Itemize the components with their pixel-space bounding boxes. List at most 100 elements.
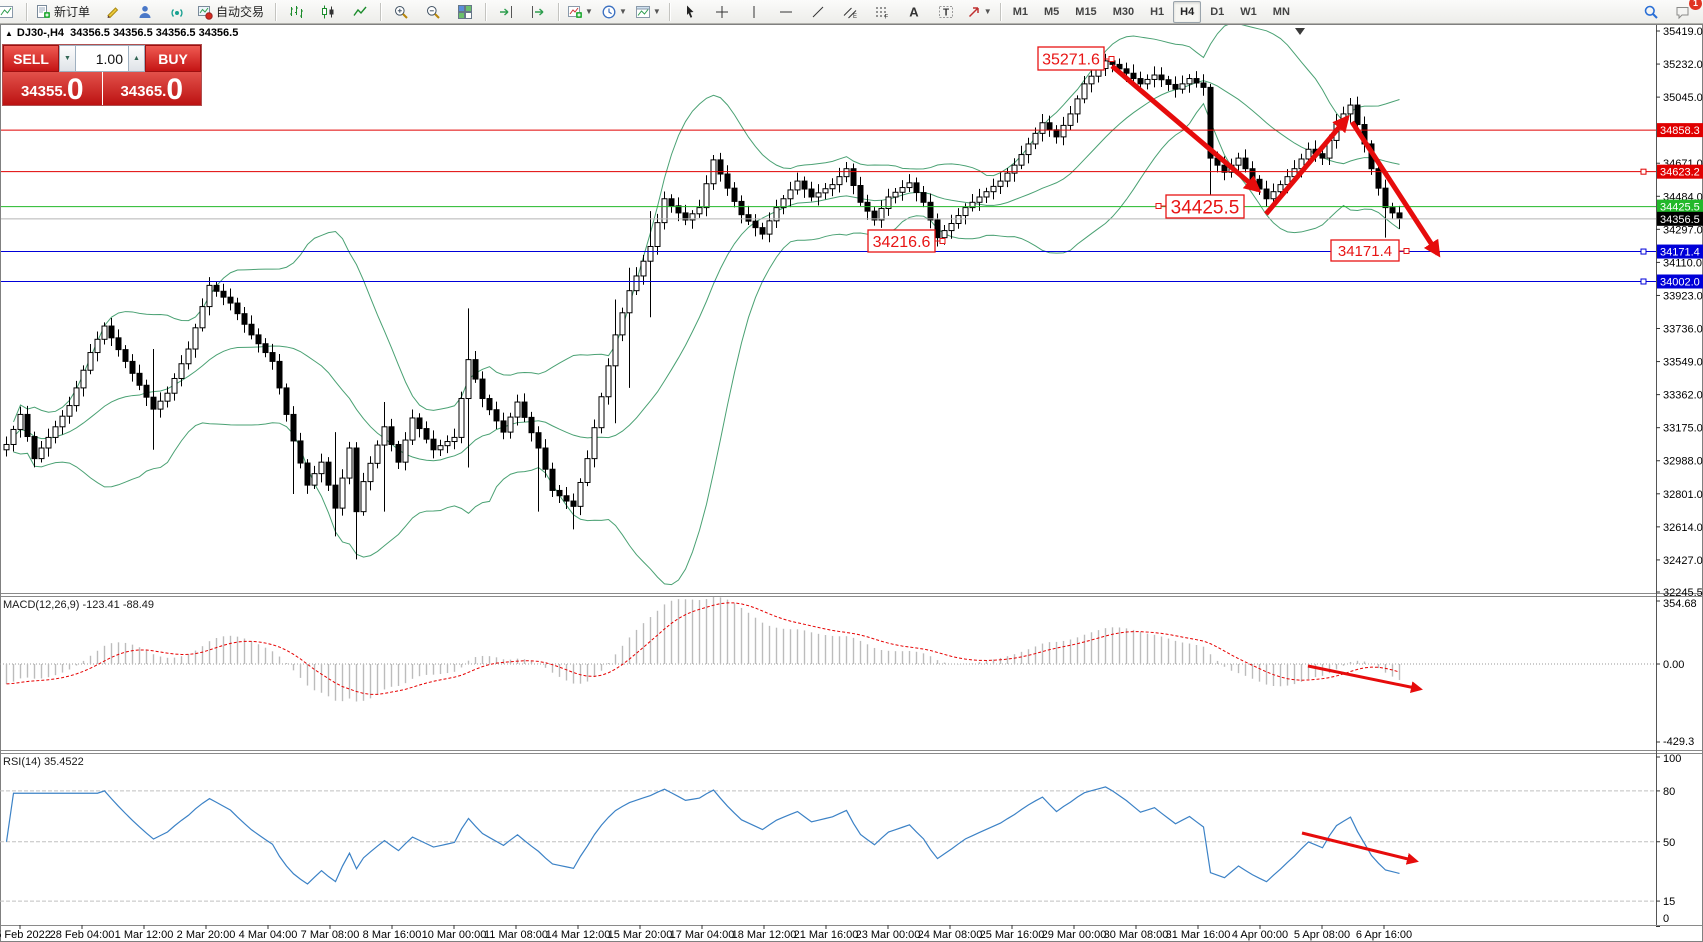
horizontal-line-icon — [778, 4, 794, 20]
svg-text:21 Mar 16:00: 21 Mar 16:00 — [794, 929, 859, 941]
text-button[interactable]: A — [899, 0, 929, 24]
svg-text:0.00: 0.00 — [1663, 659, 1684, 671]
chevron-down-icon: ▼ — [984, 7, 992, 16]
svg-text:4 Mar 04:00: 4 Mar 04:00 — [239, 929, 298, 941]
search-button[interactable] — [1636, 0, 1666, 24]
community-button[interactable] — [130, 0, 160, 24]
new-chart-button[interactable] — [0, 0, 21, 24]
svg-text:32427.0: 32427.0 — [1663, 555, 1703, 567]
new-chart-icon — [0, 4, 14, 20]
crosshair-button[interactable] — [707, 0, 737, 24]
equidistant-channel-button[interactable]: E — [835, 0, 865, 24]
periods-button[interactable]: ▼ — [598, 0, 630, 24]
chevron-down-icon: ▼ — [585, 7, 593, 16]
line-chart-icon — [352, 4, 368, 20]
toolbar-separator — [669, 3, 670, 21]
buy-button[interactable]: BUY — [145, 45, 201, 72]
cursor-icon — [682, 4, 698, 20]
timeframe-h4-button[interactable]: H4 — [1173, 1, 1201, 23]
sell-price-big-digit: 0 — [67, 76, 84, 104]
volume-increase-button[interactable]: ▲ — [128, 45, 145, 72]
sell-price-main: 34355. — [21, 80, 67, 104]
horizontal-line-button[interactable] — [771, 0, 801, 24]
chart-ohlc-title: ▲DJ30-,H4 34356.5 34356.5 34356.5 34356.… — [5, 27, 238, 39]
svg-text:34110.0: 34110.0 — [1663, 257, 1702, 269]
rsi-indicator-label: RSI(14) 35.4522 — [3, 756, 84, 768]
new-order-label: 新订单 — [54, 3, 90, 20]
zoom-in-icon — [393, 4, 409, 20]
ohlc-quotes: 34356.5 34356.5 34356.5 34356.5 — [70, 27, 238, 39]
candlestick-chart-button[interactable] — [313, 0, 343, 24]
timeframe-w1-button[interactable]: W1 — [1233, 1, 1264, 23]
timeframe-m15-button[interactable]: M15 — [1068, 1, 1103, 23]
toolbar-separator — [558, 3, 559, 21]
autotrading-label: 自动交易 — [216, 3, 264, 20]
buy-price[interactable]: 34365.0 — [103, 72, 202, 105]
cursor-button[interactable] — [675, 0, 705, 24]
vertical-line-button[interactable] — [739, 0, 769, 24]
timeframe-m1-button[interactable]: M1 — [1006, 1, 1035, 23]
templates-button[interactable]: ▼ — [632, 0, 664, 24]
svg-text:28 Feb 04:00: 28 Feb 04:00 — [50, 929, 115, 941]
toolbar-separator — [1000, 3, 1001, 21]
new-order-button[interactable]: 新订单 — [32, 0, 96, 24]
symbol-period-label: DJ30-,H4 — [17, 27, 64, 39]
price-annotation[interactable]: 34171.4 — [1331, 240, 1409, 261]
svg-text:34297.0: 34297.0 — [1663, 224, 1703, 236]
timeframe-h1-button[interactable]: H1 — [1143, 1, 1171, 23]
chart-shift-button[interactable] — [523, 0, 553, 24]
price-annotation[interactable]: 34425.5 — [1156, 195, 1244, 218]
zoom-out-button[interactable] — [418, 0, 448, 24]
timeframe-m30-button[interactable]: M30 — [1106, 1, 1141, 23]
arrows-button[interactable]: ▼ — [963, 0, 995, 24]
autotrading-button[interactable]: 自动交易 — [194, 0, 270, 24]
text-label-button[interactable]: T — [931, 0, 961, 24]
svg-text:15: 15 — [1663, 896, 1675, 908]
zoom-out-icon — [425, 4, 441, 20]
svg-text:354.68: 354.68 — [1663, 598, 1697, 610]
community-icon — [137, 4, 153, 20]
tile-windows-icon — [457, 4, 473, 20]
svg-text:34425.5: 34425.5 — [1171, 197, 1240, 218]
svg-text:32988.0: 32988.0 — [1663, 456, 1703, 468]
sell-price[interactable]: 34355.0 — [3, 72, 102, 105]
buy-price-big-digit: 0 — [166, 76, 183, 104]
svg-text:50: 50 — [1663, 837, 1675, 849]
svg-text:30 Mar 08:00: 30 Mar 08:00 — [1104, 929, 1169, 941]
svg-text:E: E — [853, 14, 857, 20]
svg-text:2 Mar 20:00: 2 Mar 20:00 — [177, 929, 236, 941]
line-chart-button[interactable] — [345, 0, 375, 24]
main-toolbar: 新订单自动交易▼▼▼EFAT▼M1M5M15M30H1H4D1W1MN1 — [0, 0, 1703, 24]
hline-handle[interactable] — [1641, 169, 1646, 174]
new-order-icon — [35, 4, 51, 20]
notifications-button[interactable]: 1 — [1668, 0, 1698, 24]
auto-scroll-button[interactable] — [491, 0, 521, 24]
svg-text:33175.0: 33175.0 — [1663, 423, 1703, 435]
tile-windows-button[interactable] — [450, 0, 480, 24]
trendline-button[interactable] — [803, 0, 833, 24]
svg-text:F: F — [884, 14, 888, 20]
svg-text:0: 0 — [1663, 913, 1669, 925]
price-annotation[interactable]: 35271.6 — [1038, 47, 1114, 70]
search-icon — [1643, 4, 1659, 20]
signals-button[interactable] — [162, 0, 192, 24]
indicators-button[interactable]: ▼ — [564, 0, 596, 24]
svg-text:T: T — [943, 7, 949, 18]
bar-chart-button[interactable] — [281, 0, 311, 24]
zoom-in-button[interactable] — [386, 0, 416, 24]
metaeditor-button[interactable] — [98, 0, 128, 24]
svg-text:34216.6: 34216.6 — [873, 234, 931, 251]
timeframe-mn-button[interactable]: MN — [1266, 1, 1297, 23]
timeframe-m5-button[interactable]: M5 — [1037, 1, 1066, 23]
sell-button[interactable]: SELL — [3, 45, 59, 72]
svg-text:11 Mar 08:00: 11 Mar 08:00 — [484, 929, 548, 941]
chart-canvas: 35419.035232.035045.034671.034484.034297… — [0, 0, 1703, 942]
fibonacci-button[interactable]: F — [867, 0, 897, 24]
hline-handle[interactable] — [1641, 249, 1646, 254]
volume-input[interactable]: 1.00 — [76, 45, 128, 72]
timeframe-d1-button[interactable]: D1 — [1203, 1, 1231, 23]
price-annotation[interactable]: 34216.6 — [868, 230, 945, 252]
volume-decrease-button[interactable]: ▼ — [59, 45, 76, 72]
hline-handle[interactable] — [1641, 279, 1646, 284]
svg-text:32801.0: 32801.0 — [1663, 489, 1703, 501]
